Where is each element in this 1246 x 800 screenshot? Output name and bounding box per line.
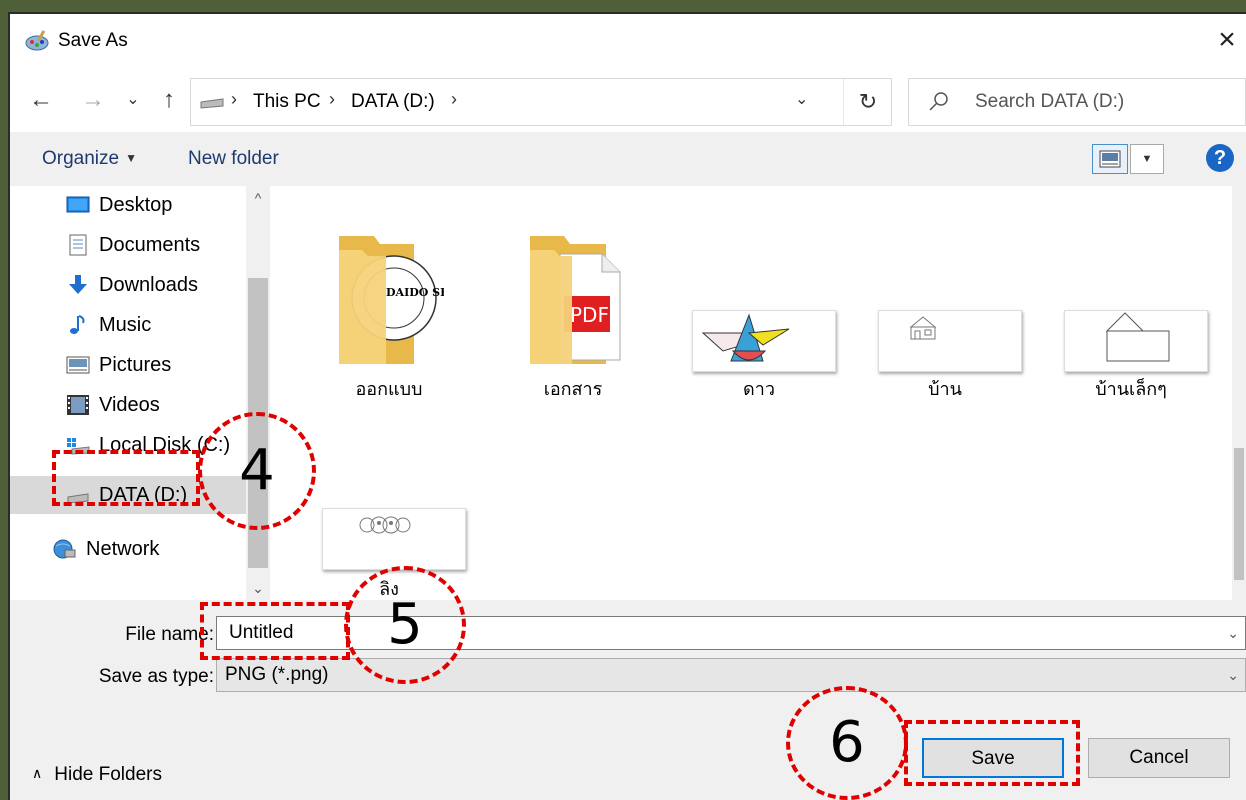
breadcrumb-separator[interactable]: ›: [329, 89, 335, 110]
chevron-up-icon: ∧: [32, 765, 43, 781]
monkey-drawing-icon: [359, 516, 411, 534]
annotation-highlight-save: [904, 720, 1080, 786]
save-as-type-label: Save as type:: [98, 666, 214, 687]
navigation-pane: Desktop Documents Downloads Music Pictur…: [10, 186, 273, 600]
back-button[interactable]: ←: [26, 82, 56, 118]
house-drawing-icon: [909, 316, 937, 340]
cancel-button[interactable]: Cancel: [1088, 738, 1230, 778]
folder-icon: PDF: [530, 236, 621, 364]
sidebar-item-desktop[interactable]: Desktop: [10, 186, 246, 224]
up-button[interactable]: ↑: [156, 82, 182, 118]
sidebar-item-documents[interactable]: Documents: [10, 226, 246, 264]
paint-app-icon: [25, 30, 49, 51]
sidebar-item-downloads[interactable]: Downloads: [10, 266, 246, 304]
search-icon: [929, 92, 948, 111]
file-name-label: ออกแบบ: [355, 379, 423, 399]
command-bar: Organize ▼ New folder ▼ ?: [10, 132, 1246, 186]
sidebar-item-label: Downloads: [99, 274, 198, 296]
sidebar-item-music[interactable]: Music: [10, 306, 246, 344]
view-options-dropdown[interactable]: ▼: [1130, 144, 1164, 174]
annotation-step-6: 6: [786, 686, 908, 800]
sidebar-item-label: Network: [86, 538, 160, 560]
star-drawing-icon: [701, 313, 790, 362]
sidebar-item-label: Documents: [99, 234, 201, 256]
chevron-down-icon[interactable]: ⌄: [1227, 659, 1239, 691]
file-name-label: บ้าน: [928, 379, 962, 399]
image-thumbnail: [878, 310, 1022, 372]
sidebar-item-pictures[interactable]: Pictures: [10, 346, 246, 384]
refresh-button[interactable]: ↻: [843, 79, 892, 125]
sidebar-item-label: Pictures: [99, 354, 172, 376]
sidebar-item-videos[interactable]: Videos: [10, 386, 246, 424]
help-button[interactable]: ?: [1206, 144, 1234, 172]
change-view-button[interactable]: [1092, 144, 1128, 174]
file-item-folder[interactable]: PDF เอกสาร: [498, 226, 648, 399]
scroll-down-arrow[interactable]: ⌄: [246, 580, 270, 600]
image-thumbnail: [692, 310, 836, 372]
organize-button[interactable]: Organize ▼: [42, 148, 137, 170]
recent-locations-button[interactable]: ⌄: [122, 82, 144, 118]
annotation-highlight-file-name: [200, 602, 350, 660]
videos-icon: [67, 395, 89, 415]
scroll-up-arrow[interactable]: ^: [246, 190, 270, 210]
hide-folders-button[interactable]: ∧ Hide Folders: [32, 764, 162, 786]
sidebar-item-label: Music: [99, 314, 152, 336]
annotation-step-4: 4: [198, 412, 316, 530]
file-item-image[interactable]: บ้าน: [870, 226, 1022, 399]
pictures-icon: [66, 356, 90, 374]
desktop-icon: [66, 196, 90, 213]
file-name-label: ดาว: [743, 379, 775, 399]
navigation-bar: ← → ⌄ ↑ › This PC › DATA (D:) › ⌄ ↻ Sear…: [10, 68, 1246, 132]
sidebar-scrollbar[interactable]: ^ ⌄: [246, 186, 270, 600]
image-thumbnail: [1064, 310, 1208, 372]
annotation-step-5: 5: [344, 566, 466, 684]
sidebar-item-label: Desktop: [99, 194, 173, 216]
address-dropdown-button[interactable]: ⌄: [795, 89, 808, 109]
pdf-label: PDF: [570, 303, 609, 327]
breadcrumb-separator[interactable]: ›: [231, 89, 237, 110]
file-name-label: เอกสาร: [543, 379, 603, 399]
hide-folders-label: Hide Folders: [54, 764, 162, 785]
folder-icon: DAIDO SHIKO: [339, 236, 444, 364]
save-as-dialog: Save As × ← → ⌄ ↑ › This PC › DATA (D:) …: [10, 14, 1246, 800]
caret-down-icon: ▼: [125, 151, 137, 165]
file-item-image[interactable]: ดาว: [684, 226, 836, 399]
image-thumbnail: [322, 508, 466, 570]
search-placeholder: Search DATA (D:): [975, 91, 1125, 112]
file-name-label: บ้านเล็กๆ: [1095, 379, 1167, 399]
music-icon: [70, 315, 85, 334]
content-scrollbar[interactable]: [1232, 186, 1246, 600]
new-folder-button[interactable]: New folder: [188, 148, 279, 170]
sidebar-item-label: Videos: [99, 394, 160, 416]
small-house-drawing-icon: [1105, 312, 1170, 362]
close-button[interactable]: ×: [1212, 22, 1242, 58]
documents-icon: [69, 234, 87, 256]
address-bar[interactable]: › This PC › DATA (D:) › ⌄ ↻: [190, 78, 892, 126]
sidebar-item-network[interactable]: Network: [10, 530, 246, 568]
dialog-title: Save As: [58, 30, 128, 51]
forward-button[interactable]: →: [78, 82, 108, 118]
downloads-icon: [69, 275, 87, 294]
search-box[interactable]: Search DATA (D:): [908, 78, 1246, 126]
breadcrumb-this-pc[interactable]: This PC: [253, 91, 321, 113]
annotation-highlight-data-drive: [52, 450, 200, 506]
file-name-label: File name:: [125, 624, 214, 645]
file-item-folder[interactable]: DAIDO SHIKO ออกแบบ: [314, 226, 464, 399]
file-item-image[interactable]: บ้านเล็กๆ: [1056, 226, 1208, 399]
drive-icon: [200, 98, 224, 109]
network-icon: [53, 539, 76, 559]
save-as-type-value: PNG (*.png): [225, 664, 329, 685]
breadcrumb-data-drive[interactable]: DATA (D:): [351, 91, 435, 113]
title-bar: Save As ×: [10, 14, 1246, 68]
chevron-down-icon[interactable]: ⌄: [1227, 617, 1239, 649]
view-icon: [1099, 150, 1121, 168]
folder-thumb-text: DAIDO SHIKO: [386, 286, 444, 299]
breadcrumb-separator[interactable]: ›: [451, 89, 457, 110]
scrollbar-thumb[interactable]: [1234, 448, 1244, 580]
file-list-area: DAIDO SHIKO ออกแบบ PDF เอกสาร: [272, 186, 1246, 600]
